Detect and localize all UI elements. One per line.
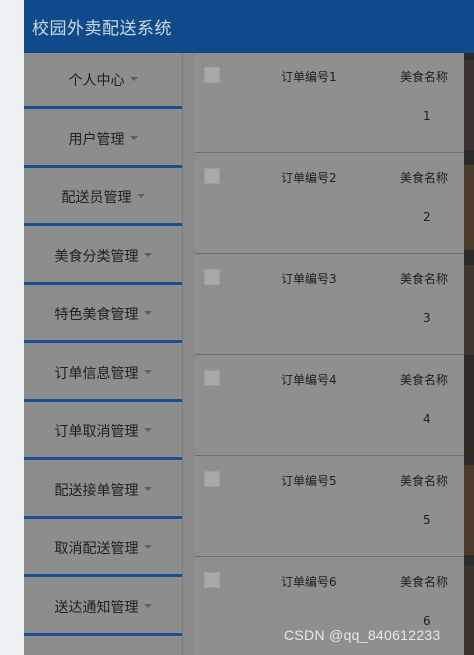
row-checkbox[interactable] [204,572,220,588]
row-checkbox[interactable] [204,370,220,386]
row-checkbox[interactable] [204,168,220,184]
list-item[interactable]: 订单编号3 美食名称 3 [195,255,464,355]
food-name-value: 4 [423,412,431,426]
order-number: 订单编号2 [281,171,337,185]
food-name-label: 美食名称 [400,373,449,387]
food-thumbnail [464,565,474,655]
sidebar-item-label: 美食分类管理 [54,248,139,265]
food-thumbnail [464,465,474,555]
sidebar-item-user-management[interactable]: 用户管理 [24,112,182,168]
order-number: 订单编号5 [281,474,337,488]
caret-down-icon [143,486,152,491]
app-title: 校园外卖配送系统 [32,19,172,39]
sidebar-item-label: 订单信息管理 [54,365,139,382]
list-item[interactable]: 订单编号5 美食名称 5 [195,457,464,557]
sidebar-item-label: 配送员管理 [61,189,132,206]
order-number: 订单编号3 [281,272,337,286]
list-item[interactable]: 订单编号1 美食名称 1 [195,53,464,153]
order-number: 订单编号1 [281,70,337,84]
food-name-value: 5 [423,513,431,527]
food-name-label: 美食名称 [400,272,449,286]
sidebar-item-order-info-management[interactable]: 订单信息管理 [24,346,182,402]
order-number: 订单编号4 [281,373,337,387]
sidebar-item-order-cancel-management[interactable]: 订单取消管理 [24,404,182,460]
caret-down-icon [143,310,152,315]
food-name-label: 美食名称 [400,575,449,589]
food-name-value: 1 [423,109,431,123]
order-number: 订单编号6 [281,575,337,589]
row-checkbox[interactable] [204,67,220,83]
sidebar-item-delivery-accept-management[interactable]: 配送接单管理 [24,463,182,519]
caret-down-icon [143,252,152,257]
sidebar-item-label: 个人中心 [68,72,125,89]
sidebar-item-label: 用户管理 [68,131,125,148]
food-thumbnail [464,265,474,355]
order-list: 订单编号1 美食名称 1 订单编号2 美食名称 2 订单编号3 美食名称 3 订… [195,53,464,655]
watermark: CSDN @qq_840612233 [284,627,441,643]
food-name-label: 美食名称 [400,474,449,488]
sidebar-item-personal-center[interactable]: 个人中心 [24,53,182,109]
top-header: 校园外卖配送系统 [24,0,474,53]
food-name-value: 2 [423,210,431,224]
app-window: 校园外卖配送系统 个人中心 用户管理 配送员管理 美食分类管理 特色美食管理 订… [24,0,474,655]
food-name-label: 美食名称 [400,70,449,84]
sidebar-item-courier-management[interactable]: 配送员管理 [24,170,182,226]
row-checkbox[interactable] [204,269,220,285]
row-checkbox[interactable] [204,471,220,487]
caret-down-icon [129,76,138,81]
caret-down-icon [129,135,138,140]
caret-down-icon [143,369,152,374]
sidebar-item-label: 送达通知管理 [54,599,139,616]
sidebar-item-label: 特色美食管理 [54,306,139,323]
sidebar-item-label: 订单取消管理 [54,423,139,440]
list-item[interactable]: 订单编号2 美食名称 2 [195,154,464,254]
caret-down-icon [143,427,152,432]
sidebar-item-label: 取消配送管理 [54,540,139,557]
food-name-value: 3 [423,311,431,325]
food-thumbnail [464,60,474,150]
food-name-label: 美食名称 [400,171,449,185]
food-thumbnail [464,365,474,455]
list-item[interactable]: 订单编号4 美食名称 4 [195,356,464,456]
screenshot-frame: 校园外卖配送系统 个人中心 用户管理 配送员管理 美食分类管理 特色美食管理 订… [0,0,474,655]
sidebar-item-label: 配送接单管理 [54,482,139,499]
sidebar-item-delivery-cancel-management[interactable]: 取消配送管理 [24,521,182,577]
sidebar-item-featured-food-management[interactable]: 特色美食管理 [24,287,182,343]
content-gutter [182,53,196,655]
sidebar-item-food-category-management[interactable]: 美食分类管理 [24,229,182,285]
food-name-value: 6 [423,614,431,628]
caret-down-icon [136,193,145,198]
caret-down-icon [143,603,152,608]
sidebar-menu: 个人中心 用户管理 配送员管理 美食分类管理 特色美食管理 订单信息管理 订单取… [24,53,182,655]
food-thumbnail [464,165,474,250]
caret-down-icon [143,544,152,549]
sidebar-item-delivered-notice-management[interactable]: 送达通知管理 [24,580,182,636]
